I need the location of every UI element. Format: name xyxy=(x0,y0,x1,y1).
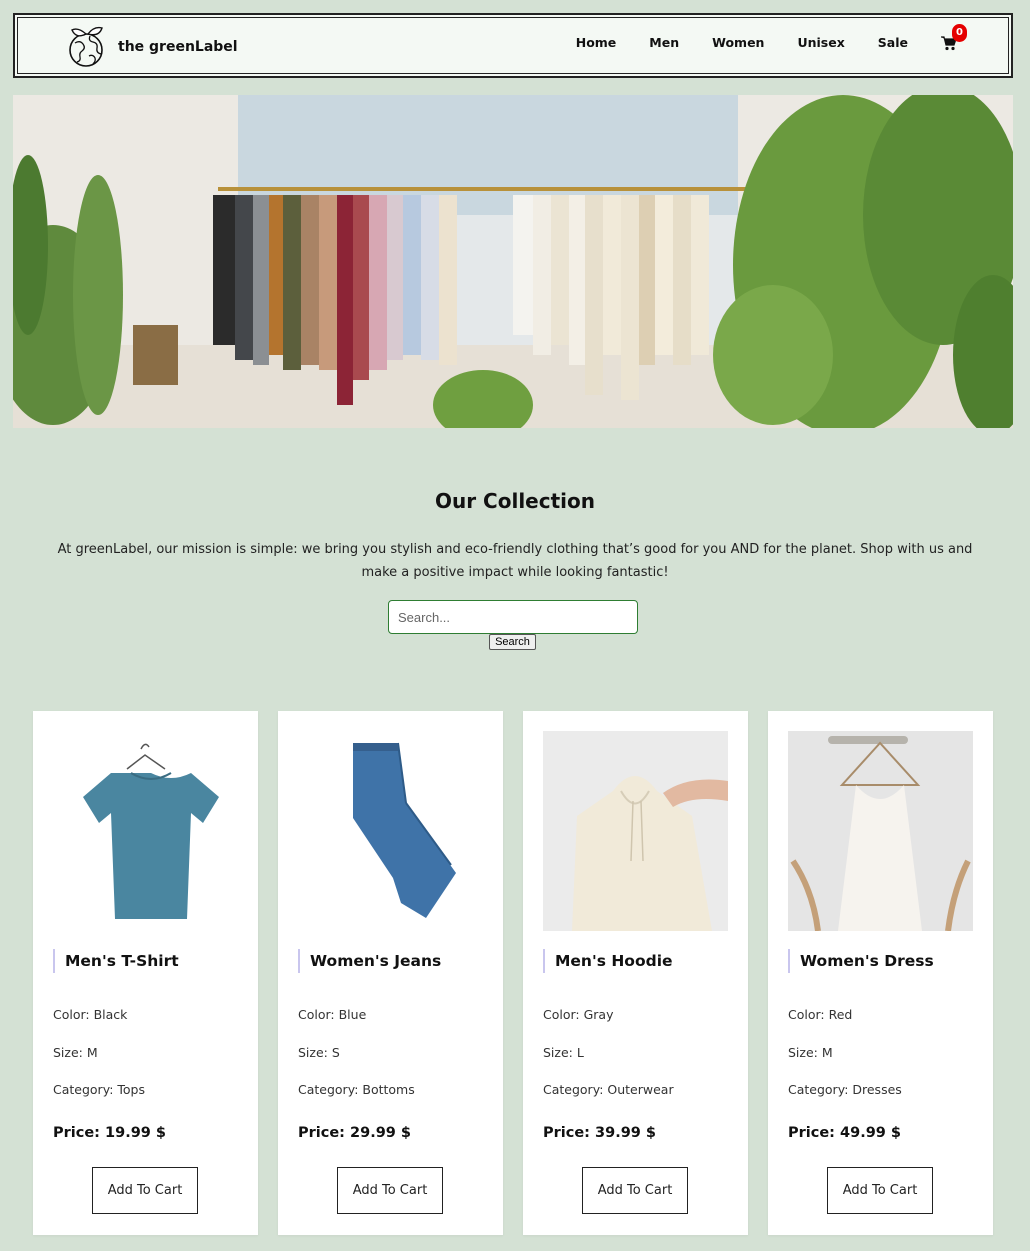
product-price: Price: 19.99 $ xyxy=(53,1125,167,1141)
product-category: Category: Outerwear xyxy=(543,1082,674,1097)
product-price: Price: 49.99 $ xyxy=(788,1125,902,1141)
product-color: Color: Blue xyxy=(298,1007,367,1022)
product-size: Size: M xyxy=(53,1045,98,1060)
product-size: Size: S xyxy=(298,1045,340,1060)
search-button[interactable]: Search xyxy=(489,634,536,650)
product-image-jeans xyxy=(298,731,483,931)
brand[interactable]: the greenLabel xyxy=(68,26,238,68)
product-name: Men's T-Shirt xyxy=(53,949,179,973)
mission-text: At greenLabel, our mission is simple: we… xyxy=(57,542,973,580)
product-size: Size: L xyxy=(543,1045,584,1060)
product-image-tshirt xyxy=(53,731,238,931)
product-color: Color: Red xyxy=(788,1007,853,1022)
product-card: Men's T-Shirt Color: Black Size: M Categ… xyxy=(33,711,258,1235)
nav-link-home[interactable]: Home xyxy=(576,35,617,50)
product-category: Category: Dresses xyxy=(788,1082,902,1097)
add-to-cart-button[interactable]: Add To Cart xyxy=(337,1167,443,1214)
product-size: Size: M xyxy=(788,1045,833,1060)
product-image-dress xyxy=(788,731,973,931)
product-card: Women's Dress Color: Red Size: M Categor… xyxy=(768,711,993,1235)
nav-link-women[interactable]: Women xyxy=(712,35,764,50)
nav-link-sale[interactable]: Sale xyxy=(878,35,908,50)
product-color: Color: Gray xyxy=(543,1007,614,1022)
nav-link-men[interactable]: Men xyxy=(649,35,679,50)
add-to-cart-button[interactable]: Add To Cart xyxy=(92,1167,198,1214)
navbar: the greenLabel Home Men Women Unisex Sal… xyxy=(13,13,1013,78)
clothing-rack-photo xyxy=(13,95,1013,428)
product-name: Women's Dress xyxy=(788,949,934,973)
add-to-cart-button[interactable]: Add To Cart xyxy=(827,1167,933,1214)
main-nav: Home Men Women Unisex Sale 0 xyxy=(543,24,967,51)
product-category: Category: Bottoms xyxy=(298,1082,415,1097)
collection-title: Our Collection xyxy=(434,489,595,513)
cart-button[interactable]: 0 xyxy=(941,24,967,51)
nav-link-unisex[interactable]: Unisex xyxy=(797,35,844,50)
cart-count-badge: 0 xyxy=(952,24,967,42)
hero-image xyxy=(13,95,1013,428)
product-name: Men's Hoodie xyxy=(543,949,673,973)
product-category: Category: Tops xyxy=(53,1082,145,1097)
brand-name: the greenLabel xyxy=(118,39,238,55)
add-to-cart-button[interactable]: Add To Cart xyxy=(582,1167,688,1214)
product-price: Price: 29.99 $ xyxy=(298,1125,412,1141)
product-name: Women's Jeans xyxy=(298,949,441,973)
globe-leaf-logo-icon xyxy=(69,26,103,67)
product-price: Price: 39.99 $ xyxy=(543,1125,657,1141)
product-image-hoodie xyxy=(543,731,728,931)
product-color: Color: Black xyxy=(53,1007,128,1022)
product-card: Men's Hoodie Color: Gray Size: L Categor… xyxy=(523,711,748,1235)
product-card: Women's Jeans Color: Blue Size: S Catego… xyxy=(278,711,503,1235)
search-input[interactable] xyxy=(388,600,638,634)
